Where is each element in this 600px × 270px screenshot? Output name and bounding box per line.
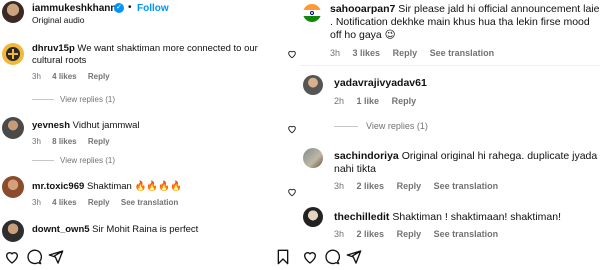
comment-username[interactable]: yadavrajivyadav61 [334,77,427,89]
share-icon[interactable] [48,249,64,265]
heart-icon[interactable] [302,249,318,265]
comment-icon[interactable] [324,249,340,265]
dot-separator: • [128,2,132,13]
view-replies-button[interactable]: View replies (1) [60,156,115,165]
comment-meta: 2h 1 like Reply [334,96,426,106]
left-panel: iammukeshkhanna ✓ • Follow Original audi… [0,0,298,270]
action-bar [300,244,600,270]
replies-divider [32,99,54,100]
comment-likes[interactable]: 4 likes [52,198,76,207]
comment-likes[interactable]: 1 like [357,96,380,106]
comment-text: Sir Mohit Raina is perfect [92,224,199,235]
commenter-avatar[interactable] [303,207,323,227]
comment-text: Shaktiman ! shaktimaan! shaktiman! [392,211,562,223]
comment-time: 3h [32,137,41,146]
comment-username[interactable]: thechilledit [334,211,389,223]
comment-meta: 3h 4 likes Reply [32,72,119,81]
commenter-avatar[interactable] [2,220,24,242]
reply-button[interactable]: Reply [397,229,422,239]
reply-button[interactable]: Reply [88,198,110,207]
comment-likes[interactable]: 2 likes [357,181,385,191]
comment-likes[interactable]: 3 likes [353,48,381,58]
comment-likes[interactable]: 2 likes [357,229,385,239]
section-divider [300,65,600,66]
comment-meta: 3h 2 likes Reply See translation [334,229,508,239]
reply-button[interactable]: Reply [393,48,418,58]
save-icon[interactable] [275,249,291,265]
comment-username[interactable]: sahooarpan7 [330,3,395,15]
commenter-avatar[interactable] [2,43,24,65]
like-heart-icon[interactable] [287,187,297,197]
comment-time: 3h [334,181,345,191]
replies-divider [32,160,54,161]
india-flag-icon [303,4,321,22]
see-translation-button[interactable]: See translation [434,229,499,239]
like-heart-icon[interactable] [287,124,297,134]
post-author-avatar[interactable] [2,1,24,23]
share-icon[interactable] [346,249,362,265]
reply-button[interactable]: Reply [397,181,422,191]
comment-username[interactable]: mr.toxic969 [32,181,84,192]
replies-divider [334,126,358,127]
comment-time: 3h [334,229,345,239]
right-panel: sahooarpan7 Sir please jald hi official … [300,0,600,270]
comment-body: thechilledit Shaktiman ! shaktimaan! sha… [334,211,561,223]
like-heart-icon[interactable] [287,49,297,59]
see-translation-button[interactable]: See translation [430,48,495,58]
commenter-avatar[interactable] [303,148,323,168]
post-author-username[interactable]: iammukeshkhanna [32,3,122,14]
commenter-avatar[interactable] [303,75,323,95]
commenter-avatar[interactable] [2,176,24,198]
comment-meta: 3h 4 likes Reply See translation [32,198,187,207]
commenter-avatar[interactable] [303,4,321,22]
comment-username[interactable]: sachindoriya [334,150,399,162]
view-replies-button[interactable]: View replies (1) [60,95,115,104]
reply-button[interactable]: Reply [392,96,417,106]
comment-likes[interactable]: 8 likes [52,137,76,146]
comment-meta: 3h 2 likes Reply See translation [334,181,508,191]
comment-likes[interactable]: 4 likes [52,72,76,81]
comment-meta: 3h 3 likes Reply See translation [330,48,504,58]
heart-icon[interactable] [4,249,20,265]
comment-body: sachindoriya Original original hi rahega… [334,150,600,176]
see-translation-button[interactable]: See translation [434,181,499,191]
comment-username[interactable]: downt_own5 [32,224,90,235]
follow-button[interactable]: Follow [137,3,169,14]
comment-time: 3h [32,72,41,81]
comment-body: yadavrajivyadav61 [334,77,427,89]
original-audio-label[interactable]: Original audio [32,15,84,25]
reply-button[interactable]: Reply [88,137,110,146]
see-translation-button[interactable]: See translation [121,198,178,207]
verified-badge-icon: ✓ [114,3,124,13]
commenter-avatar[interactable] [2,117,24,139]
view-replies-button[interactable]: View replies (1) [366,121,428,131]
comment-text: Vidhut jammwal [72,120,140,131]
comment-body: mr.toxic969 Shaktiman 🔥🔥🔥🔥 [32,181,182,192]
comment-time: 3h [330,48,341,58]
comment-body: yevnesh Vidhut jammwal [32,120,140,131]
comment-username[interactable]: yevnesh [32,120,70,131]
action-bar [0,244,298,270]
comment-time: 2h [334,96,345,106]
reply-button[interactable]: Reply [88,72,110,81]
comment-body: sahooarpan7 Sir please jald hi official … [330,3,600,42]
comment-text: Shaktiman 🔥🔥🔥🔥 [86,181,182,192]
comment-icon[interactable] [26,249,42,265]
comment-time: 3h [32,198,41,207]
comment-body: dhruv15p We want shaktiman more connecte… [32,43,282,67]
comment-username[interactable]: dhruv15p [32,43,75,54]
comment-meta: 3h 8 likes Reply [32,137,119,146]
comment-body: downt_own5 Sir Mohit Raina is perfect [32,224,198,235]
